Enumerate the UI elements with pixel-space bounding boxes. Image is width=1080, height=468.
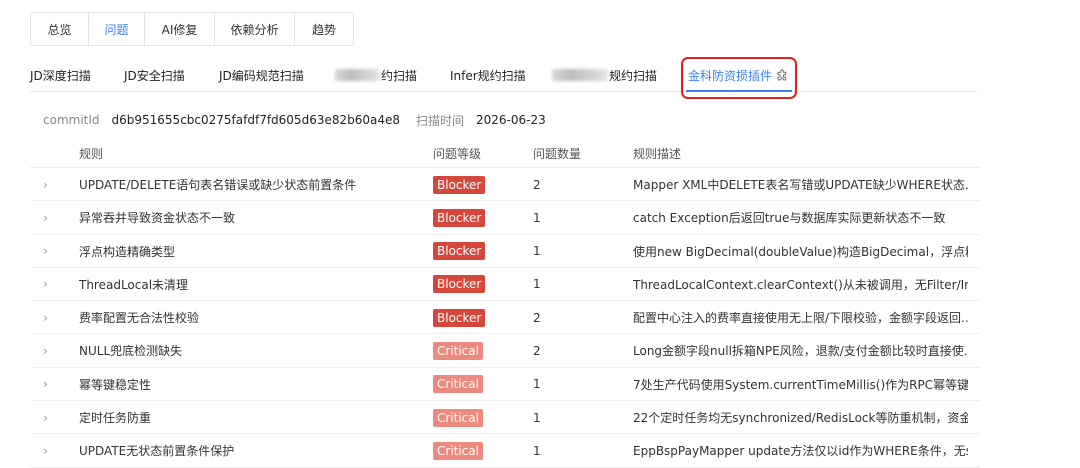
issues-table: 规则 问题等级 问题数量 规则描述 › UPDATE/DELETE语句表名错误或缺… xyxy=(30,138,980,468)
level-cell: Blocker xyxy=(433,301,523,334)
table-row[interactable]: › 异常吞并导致资金状态不一致 Blocker 1 catch Exception后返回… xyxy=(30,201,980,235)
severity-badge: Blocker xyxy=(433,242,486,261)
severity-badge: Critical xyxy=(433,375,483,394)
level-cell: Blocker xyxy=(433,268,523,301)
severity-badge: Blocker xyxy=(433,175,486,194)
scan-time-value: 2026-06-23 xyxy=(476,113,546,127)
level-cell: Critical xyxy=(433,401,523,434)
rule-description: 配置中心注入的费率直接使用无上限/下限校验，金额字段返回... xyxy=(633,311,968,326)
level-cell: Critical xyxy=(433,368,523,401)
tab-trend[interactable]: 趋势 xyxy=(295,13,353,45)
tab-jd-deep-scan[interactable]: JD深度扫描 xyxy=(30,58,91,92)
table-row[interactable]: › 费率配置无合法性校验 Blocker 2 配置中心注入的费率直接使用无上限/下限校验… xyxy=(30,301,980,335)
rule-name: 定时任务防重 xyxy=(79,411,152,426)
tab-overview[interactable]: 总览 xyxy=(31,13,89,45)
rule-name: 异常吞并导致资金状态不一致 xyxy=(79,211,236,226)
issue-count: 1 xyxy=(533,277,541,292)
rule-description: Long金额字段null拆箱NPE风险，退款/支付金额比较时直接使... xyxy=(633,344,968,359)
issue-count: 1 xyxy=(533,443,541,458)
expand-chevron-icon[interactable]: › xyxy=(43,434,57,467)
rule-description: ThreadLocalContext.clearContext()从未被调用，无… xyxy=(633,277,968,292)
rule-description: Mapper XML中DELETE表名写错或UPDATE缺少WHERE状态... xyxy=(633,178,968,192)
level-cell: Critical xyxy=(433,334,523,367)
header-count: 问题数量 xyxy=(533,146,582,161)
redacted-text xyxy=(552,69,608,81)
top-tab-bar: 总览 问题 AI修复 依赖分析 趋势 xyxy=(30,12,354,46)
rule-name: ThreadLocal未清理 xyxy=(79,277,189,292)
tab-issues[interactable]: 问题 xyxy=(89,13,145,45)
tab-redacted-scan-1[interactable]: 约扫描 xyxy=(335,58,417,92)
table-row[interactable]: › 幂等键稳定性 Critical 1 7处生产代码使用System.currentTi… xyxy=(30,368,980,402)
issue-count: 1 xyxy=(533,410,541,425)
table-header: 规则 问题等级 问题数量 规则描述 xyxy=(30,138,980,168)
expand-chevron-icon[interactable]: › xyxy=(43,301,57,334)
commit-id-value: d6b951655cbc0275fafdf7fd605d63e82b60a4e8 xyxy=(111,113,401,127)
issue-count: 2 xyxy=(533,343,541,358)
rule-description: 22个定时任务均无synchronized/RedisLock等防重机制，资金.… xyxy=(633,411,968,426)
table-row[interactable]: › ThreadLocal未清理 Blocker 1 ThreadLocalContex… xyxy=(30,268,980,302)
rule-description: EppBspPayMapper update方法仅以id作为WHERE条件，无s… xyxy=(633,444,968,459)
tab-redacted-scan-2[interactable]: 规约扫描 xyxy=(552,58,657,92)
issue-count: 1 xyxy=(533,377,541,392)
scan-time-label: 扫描时间 xyxy=(416,113,465,128)
active-tab-indicator xyxy=(686,90,792,92)
rule-name: 幂等键稳定性 xyxy=(79,377,152,392)
tab-jd-security-scan[interactable]: JD安全扫描 xyxy=(124,58,185,92)
tab-dependency-analysis[interactable]: 依赖分析 xyxy=(215,13,295,45)
header-rule: 规则 xyxy=(79,146,104,161)
tab-infer-rule-scan[interactable]: Infer规约扫描 xyxy=(450,58,526,92)
expand-chevron-icon[interactable]: › xyxy=(43,334,57,367)
header-level: 问题等级 xyxy=(433,146,482,161)
severity-badge: Critical xyxy=(433,441,483,460)
level-cell: Blocker xyxy=(433,201,523,234)
rule-description: 使用new BigDecimal(doubleValue)构造BigDecima… xyxy=(633,244,968,259)
commit-info: commitId d6b951655cbc0275fafdf7fd605d63e… xyxy=(43,112,562,128)
issue-count: 1 xyxy=(533,210,541,225)
tab-ai-fix[interactable]: AI修复 xyxy=(145,13,215,45)
puzzle-icon xyxy=(777,68,787,80)
expand-chevron-icon[interactable]: › xyxy=(43,401,57,434)
commit-id-label: commitId xyxy=(43,113,100,127)
tab-jd-coding-standard-scan[interactable]: JD编码规范扫描 xyxy=(219,58,304,92)
level-cell: Blocker xyxy=(433,235,523,268)
rule-name: UPDATE无状态前置条件保护 xyxy=(79,444,235,459)
rule-name: 费率配置无合法性校验 xyxy=(79,311,200,326)
table-row[interactable]: › 定时任务防重 Critical 1 22个定时任务均无synchronized/Re… xyxy=(30,401,980,435)
severity-badge: Blocker xyxy=(433,308,486,327)
table-row[interactable]: › UPDATE无状态前置条件保护 Critical 1 EppBspPayMapper… xyxy=(30,434,980,468)
expand-chevron-icon[interactable]: › xyxy=(43,268,57,301)
severity-badge: Blocker xyxy=(433,275,486,294)
redacted-text xyxy=(335,69,380,81)
table-row[interactable]: › 浮点构造精确类型 Blocker 1 使用new BigDecimal(double… xyxy=(30,235,980,268)
table-row[interactable]: › UPDATE/DELETE语句表名错误或缺少状态前置条件 Blocker 2 Map… xyxy=(30,168,980,202)
level-cell: Blocker xyxy=(433,168,523,201)
table-body: › UPDATE/DELETE语句表名错误或缺少状态前置条件 Blocker 2 Map… xyxy=(30,168,980,468)
issue-count: 2 xyxy=(533,310,541,325)
header-description: 规则描述 xyxy=(633,146,682,161)
expand-chevron-icon[interactable]: › xyxy=(43,368,57,401)
tab-finance-loss-prevention-plugin[interactable]: 金科防资损插件 xyxy=(688,58,789,92)
table-row[interactable]: › NULL兜底检测缺失 Critical 2 Long金额字段null拆箱NPE风险，… xyxy=(30,334,980,368)
level-cell: Critical xyxy=(433,434,523,467)
issue-count: 2 xyxy=(533,177,541,192)
expand-chevron-icon[interactable]: › xyxy=(43,201,57,234)
severity-badge: Critical xyxy=(433,408,483,427)
rule-name: NULL兜底检测缺失 xyxy=(79,344,183,359)
scanner-tab-bar: JD深度扫描 JD安全扫描 JD编码规范扫描 约扫描 Infer规约扫描 规约扫… xyxy=(30,58,977,92)
rule-name: 浮点构造精确类型 xyxy=(79,244,176,259)
rule-description: catch Exception后返回true与数据库实际更新状态不一致 xyxy=(633,211,946,226)
expand-chevron-icon[interactable]: › xyxy=(43,168,57,201)
issue-count: 1 xyxy=(533,244,541,259)
rule-description: 7处生产代码使用System.currentTimeMillis()作为RPC幂… xyxy=(633,377,968,392)
severity-badge: Critical xyxy=(433,341,483,360)
severity-badge: Blocker xyxy=(433,208,486,227)
expand-chevron-icon[interactable]: › xyxy=(43,235,57,268)
rule-name: UPDATE/DELETE语句表名错误或缺少状态前置条件 xyxy=(79,178,357,192)
